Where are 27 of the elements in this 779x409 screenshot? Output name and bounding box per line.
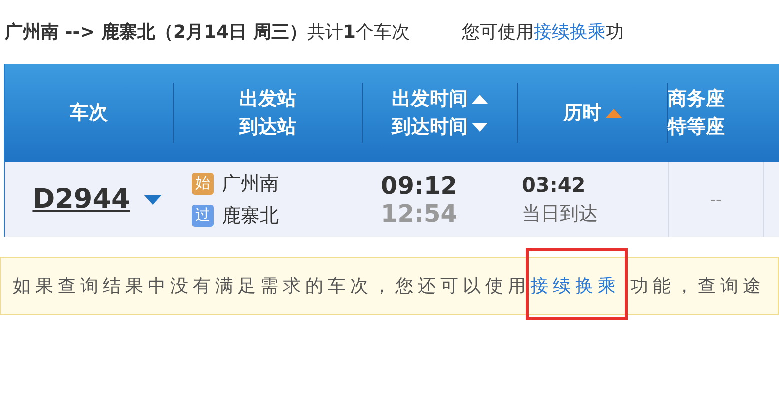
pass-badge: 过	[192, 204, 214, 226]
seat-availability: --	[710, 190, 722, 209]
train-number-link[interactable]: D2944	[32, 184, 130, 215]
duration: 03:42	[521, 172, 587, 196]
transfer-hint: 您可使用接续换乘功	[462, 21, 624, 44]
arrival-time: 12:54	[380, 200, 458, 228]
route-summary: 广州南 --> 鹿寨北（2月14日 周三）共计1个车次	[5, 21, 410, 44]
dropdown-icon[interactable]	[144, 194, 162, 204]
column-header[interactable]: 特等座	[668, 114, 725, 140]
departure-station: 广州南	[222, 172, 279, 196]
sort-up-icon[interactable]	[472, 94, 488, 104]
transfer-link[interactable]: 接续换乘	[530, 276, 620, 297]
column-header[interactable]: 出发时间	[392, 86, 468, 112]
sort-down-icon[interactable]	[472, 122, 488, 132]
column-header[interactable]: 商务座	[668, 86, 725, 112]
column-header[interactable]: 历时	[564, 100, 602, 126]
column-header[interactable]: 到达时间	[392, 114, 468, 140]
notice-text: 如果查询结果中没有满足需求的车次，您还可以使用 接续换乘 功能，查询途	[13, 275, 766, 298]
departure-time: 09:12	[380, 172, 458, 200]
train-row[interactable]: D2944 始 广州南 过 鹿寨北 09:12 12:54 03:42 当日到达 --	[5, 162, 779, 237]
arrival-day: 当日到达	[518, 200, 668, 226]
transfer-link[interactable]: 接续换乘	[534, 22, 606, 43]
column-header[interactable]: 出发站	[240, 86, 296, 112]
start-badge: 始	[192, 172, 214, 194]
column-header[interactable]: 车次	[70, 100, 108, 126]
column-header[interactable]: 到达站	[240, 114, 296, 140]
arrival-station: 鹿寨北	[222, 204, 279, 228]
